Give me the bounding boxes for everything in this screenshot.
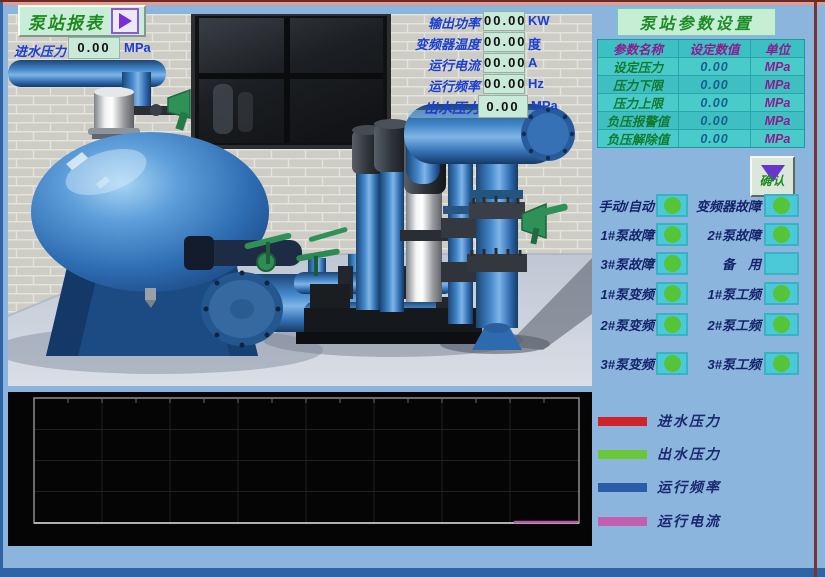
- legend-swatch-current: [598, 517, 647, 526]
- settings-table: 参数名称 设定数值 单位 设定压力 0.00 MPa 压力下限 0.00 MPa…: [597, 39, 805, 148]
- run-current-label: 运行电流: [398, 55, 480, 74]
- status-lamp: [664, 285, 681, 302]
- inverter-temp-value: 00.00: [483, 32, 525, 52]
- status-lamp-box: [764, 252, 799, 275]
- setting-row-unit: MPa: [751, 58, 804, 75]
- run-frequency-unit: Hz: [528, 76, 544, 91]
- status-lamp: [664, 197, 681, 214]
- setting-row-value[interactable]: 0.00: [679, 112, 750, 129]
- settings-col-unit: 单位: [751, 40, 804, 57]
- setting-row-value[interactable]: 0.00: [679, 130, 750, 147]
- status-lamp: [664, 316, 681, 333]
- status-label: 备 用: [690, 254, 761, 273]
- outlet-pressure-label: 出水压力: [424, 98, 480, 118]
- status-lamp: [664, 226, 681, 243]
- status-label: 1#泵变频: [592, 284, 654, 303]
- setting-row-name: 设定压力: [598, 58, 678, 75]
- output-power-unit: KW: [528, 13, 550, 28]
- output-power-value: 00.00: [483, 11, 525, 31]
- frame-right: [814, 2, 817, 577]
- trend-chart: [8, 392, 592, 546]
- status-label: 3#泵工频: [690, 354, 761, 373]
- status-lamp-box: [656, 252, 688, 275]
- status-label: 3#泵故障: [592, 254, 654, 273]
- tank-chrome-stack: [88, 87, 140, 139]
- inlet-pressure-unit: MPa: [124, 40, 151, 55]
- legend-swatch-inlet: [598, 417, 647, 426]
- settings-col-name: 参数名称: [598, 40, 678, 57]
- status-row: 3#泵故障 备 用: [592, 251, 804, 275]
- legend-label-frequency: 运行频率: [657, 477, 721, 497]
- frame-bottom: [0, 568, 825, 577]
- status-label: 2#泵工频: [690, 315, 761, 334]
- status-label: 1#泵故障: [592, 225, 654, 244]
- status-label: 2#泵变频: [592, 315, 654, 334]
- output-power-label: 输出功率: [398, 13, 480, 32]
- status-lamp-box: [764, 352, 799, 375]
- status-row: 1#泵变频 1#泵工频: [592, 281, 804, 305]
- run-frequency-value: 00.00: [483, 74, 525, 94]
- setting-row-value[interactable]: 0.00: [679, 94, 750, 111]
- status-lamp-box: [764, 313, 799, 336]
- status-label: 1#泵工频: [690, 284, 761, 303]
- status-lamp-box: [764, 194, 799, 217]
- outlet-pressure-value: 0.00: [478, 95, 528, 118]
- setting-row-value[interactable]: 0.00: [679, 58, 750, 75]
- status-lamp: [773, 226, 790, 243]
- legend-label-inlet: 进水压力: [657, 411, 721, 431]
- report-button-label: 泵站报表: [28, 9, 104, 34]
- setting-row-unit: MPa: [751, 130, 804, 147]
- setting-row-unit: MPa: [751, 112, 804, 129]
- setting-row-unit: MPa: [751, 76, 804, 93]
- status-lamp: [773, 316, 790, 333]
- status-row: 1#泵故障 2#泵故障: [592, 222, 804, 246]
- run-frequency-label: 运行频率: [398, 76, 480, 95]
- outlet-pressure-unit: MPa: [531, 98, 558, 113]
- setting-row-name: 压力上限: [598, 94, 678, 111]
- inverter-temp-unit: 度: [528, 34, 541, 53]
- status-row: 3#泵变频 3#泵工频: [592, 351, 804, 375]
- legend-label-current: 运行电流: [657, 511, 721, 531]
- status-lamp-box: [656, 282, 688, 305]
- status-lamp-box: [656, 313, 688, 336]
- status-label: 3#泵变频: [592, 354, 654, 373]
- report-button[interactable]: 泵站报表: [18, 5, 146, 37]
- setting-row-name: 负压解除值: [598, 130, 678, 147]
- status-lamp-box: [656, 223, 688, 246]
- status-lamp: [664, 355, 681, 372]
- status-label: 手动/自动: [592, 196, 654, 215]
- setting-row-value[interactable]: 0.00: [679, 76, 750, 93]
- status-lamp: [773, 285, 790, 302]
- discharge-risers: [441, 160, 527, 350]
- inlet-pressure-label: 进水压力: [14, 41, 66, 60]
- status-row: 手动/自动 变频器故障: [592, 193, 804, 217]
- status-lamp-box: [656, 352, 688, 375]
- setting-row-name: 负压报警值: [598, 112, 678, 129]
- status-lamp-box: [656, 194, 688, 217]
- status-label: 变频器故障: [690, 196, 761, 215]
- legend-swatch-frequency: [598, 483, 647, 492]
- inverter-temp-label: 变频器温度: [398, 34, 480, 53]
- confirm-button-label: 确认: [759, 172, 785, 189]
- settings-col-value: 设定数值: [679, 40, 750, 57]
- status-label: 2#泵故障: [690, 225, 761, 244]
- pump-station-hmi: 泵站报表 进水压力 0.00 MPa 输出功率 00.00 KW 变频器温度 0…: [0, 0, 825, 577]
- settings-panel-title: 泵站参数设置: [617, 8, 776, 36]
- status-lamp: [773, 197, 790, 214]
- status-lamp: [664, 255, 681, 272]
- run-current-unit: A: [528, 55, 537, 70]
- legend-label-outlet: 出水压力: [657, 444, 721, 464]
- setting-row-unit: MPa: [751, 94, 804, 111]
- inlet-pressure-value: 0.00: [68, 37, 120, 59]
- status-lamp-box: [764, 223, 799, 246]
- run-current-value: 00.00: [483, 53, 525, 73]
- setting-row-name: 压力下限: [598, 76, 678, 93]
- play-icon: [111, 8, 139, 34]
- legend-swatch-outlet: [598, 450, 647, 459]
- confirm-button[interactable]: 确认: [750, 156, 795, 197]
- status-lamp: [773, 355, 790, 372]
- status-lamp-box: [764, 282, 799, 305]
- frame-left: [0, 2, 3, 577]
- status-row: 2#泵变频 2#泵工频: [592, 312, 804, 336]
